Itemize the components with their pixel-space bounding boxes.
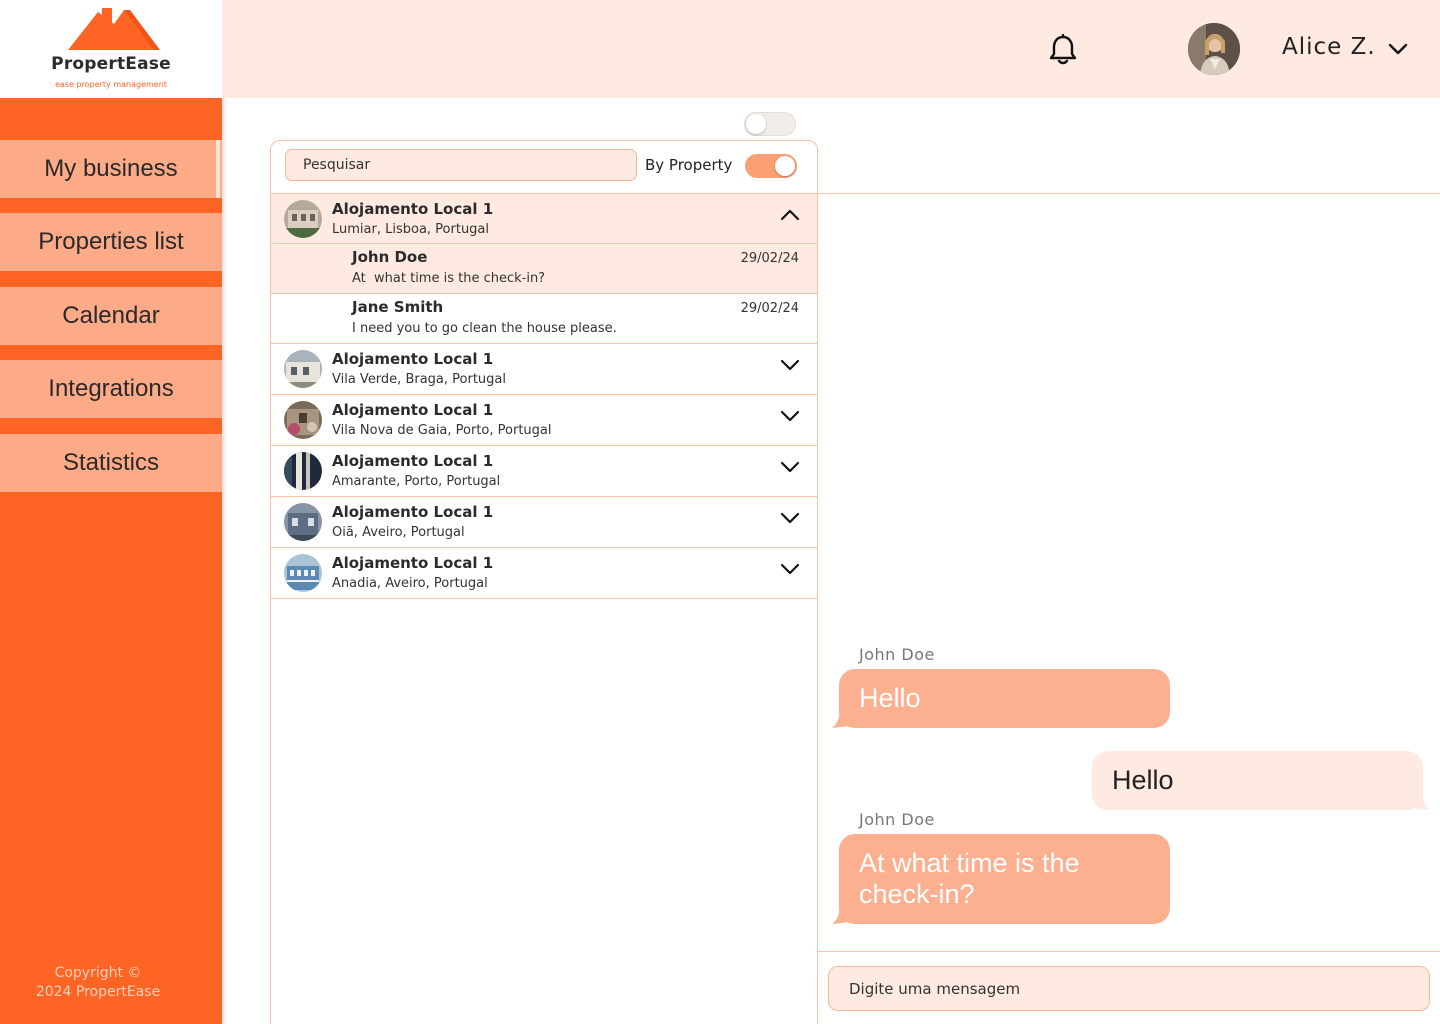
- top-header: Alice Z.: [222, 0, 1440, 98]
- property-title: Alojamento Local 1: [332, 401, 494, 419]
- sidebar-item-label: Statistics: [62, 449, 160, 476]
- sidebar-item-properties-list[interactable]: Properties list: [0, 213, 222, 271]
- view-toggle[interactable]: [744, 112, 796, 136]
- property-group-header[interactable]: Alojamento Local 1 Oiã, Aveiro, Portugal: [271, 497, 817, 548]
- chevron-down-icon[interactable]: [780, 358, 800, 372]
- property-group-header[interactable]: Alojamento Local 1 Vila Verde, Braga, Po…: [271, 344, 817, 395]
- sidebar: PropertEase ease property management My …: [0, 0, 222, 1024]
- copyright-line: 2024 PropertEase: [35, 984, 161, 1000]
- sidebar-item-label: My business: [44, 155, 178, 182]
- chevron-down-icon[interactable]: [1388, 42, 1408, 56]
- message-sender: John Doe: [859, 810, 935, 829]
- property-title: Alojamento Local 1: [332, 503, 494, 521]
- brand-name: PropertEase: [51, 54, 171, 74]
- property-title: Alojamento Local 1: [332, 350, 494, 368]
- property-thumbnail: [284, 554, 322, 592]
- property-group-header[interactable]: Alojamento Local 1 Vila Nova de Gaia, Po…: [271, 395, 817, 446]
- property-group-header[interactable]: Alojamento Local 1 Lumiar, Lisboa, Portu…: [271, 193, 817, 244]
- property-group-header[interactable]: Alojamento Local 1 Amarante, Porto, Port…: [271, 446, 817, 497]
- property-location: Lumiar, Lisboa, Portugal: [332, 222, 490, 237]
- conversation-guest-name: Jane Smith: [352, 298, 444, 316]
- compose-divider: [818, 951, 1440, 952]
- property-location: Amarante, Porto, Portugal: [332, 474, 501, 489]
- user-photo: [1188, 23, 1240, 75]
- message-text: Hello: [859, 683, 921, 713]
- property-title: Alojamento Local 1: [332, 200, 494, 218]
- sidebar-item-my-business[interactable]: My business: [0, 140, 222, 198]
- copyright: Copyright © 2024 PropertEase: [0, 964, 196, 1002]
- property-location: Vila Verde, Braga, Portugal: [332, 372, 506, 387]
- chevron-down-icon[interactable]: [780, 460, 800, 474]
- sidebar-item-label: Properties list: [38, 228, 184, 255]
- property-thumbnail: [284, 350, 322, 388]
- outgoing-message-bubble: Hello: [1092, 751, 1423, 810]
- chevron-down-icon[interactable]: [780, 562, 800, 576]
- conversation-preview: I need you to go clean the house please.: [352, 321, 617, 336]
- conversation-guest-name: John Doe: [352, 248, 428, 266]
- property-location: Anadia, Aveiro, Portugal: [332, 576, 488, 591]
- property-thumbnail: [284, 452, 322, 490]
- message-compose-input[interactable]: [828, 966, 1430, 1011]
- sidebar-item-label: Calendar: [62, 302, 160, 329]
- incoming-message-bubble: At what time is the check-in?: [839, 834, 1170, 924]
- sidebar-item-integrations[interactable]: Integrations: [0, 360, 222, 418]
- message-sender: John Doe: [859, 645, 935, 664]
- toggle-knob: [746, 114, 766, 134]
- incoming-message-bubble: Hello: [839, 669, 1170, 728]
- conversation-date: 29/02/24: [740, 301, 799, 316]
- toggle-knob: [775, 156, 795, 176]
- logo[interactable]: PropertEase ease property management: [0, 0, 222, 98]
- message-text: At what time is the check-in?: [859, 848, 1080, 909]
- user-name[interactable]: Alice Z.: [1282, 34, 1376, 60]
- property-thumbnail: [284, 401, 322, 439]
- conversation-list-panel: By Property Alojamento Local 1 Lumiar, L…: [270, 140, 818, 1024]
- property-title: Alojamento Local 1: [332, 554, 494, 572]
- search-input[interactable]: [285, 149, 637, 181]
- property-location: Vila Nova de Gaia, Porto, Portugal: [332, 423, 552, 438]
- sidebar-item-label: Integrations: [48, 375, 174, 402]
- chevron-down-icon[interactable]: [780, 511, 800, 525]
- conversation-preview: At what time is the check-in?: [352, 271, 546, 286]
- conversation-date: 29/02/24: [740, 251, 799, 266]
- chevron-down-icon[interactable]: [780, 409, 800, 423]
- message-text: Hello: [1112, 765, 1174, 795]
- property-thumbnail: [284, 200, 322, 238]
- house-roof-logo-icon: [68, 8, 160, 50]
- avatar[interactable]: [1188, 23, 1240, 75]
- chevron-up-icon[interactable]: [780, 208, 800, 222]
- by-property-toggle[interactable]: [745, 154, 797, 178]
- property-thumbnail: [284, 503, 322, 541]
- property-group-header[interactable]: Alojamento Local 1 Anadia, Aveiro, Portu…: [271, 548, 817, 599]
- copyright-line: Copyright ©: [54, 965, 142, 981]
- conversation-item[interactable]: Jane Smith 29/02/24 I need you to go cle…: [271, 294, 817, 344]
- property-title: Alojamento Local 1: [332, 452, 494, 470]
- bell-icon[interactable]: [1048, 34, 1078, 66]
- property-group-list: Alojamento Local 1 Lumiar, Lisboa, Portu…: [271, 193, 817, 599]
- conversation-item[interactable]: John Doe 29/02/24 At what time is the ch…: [271, 244, 817, 294]
- by-property-label: By Property: [645, 156, 733, 174]
- sidebar-item-statistics[interactable]: Statistics: [0, 434, 222, 492]
- sidebar-item-calendar[interactable]: Calendar: [0, 287, 222, 345]
- chat-panel: John Doe Hello Hello John Doe At what ti…: [817, 193, 1440, 1024]
- property-location: Oiã, Aveiro, Portugal: [332, 525, 465, 540]
- brand-tagline: ease property management: [55, 80, 167, 89]
